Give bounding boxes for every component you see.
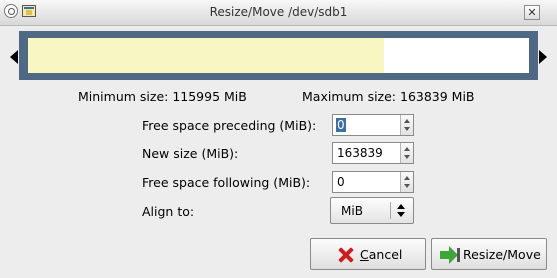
partition-frame[interactable] (19, 31, 538, 80)
spin-up-icon[interactable] (404, 147, 410, 151)
combo-separator (390, 202, 391, 219)
free-space-preceding-label: Free space preceding (MiB): (142, 118, 317, 133)
resize-move-button[interactable]: Resize/Move (431, 238, 547, 270)
align-to-label: Align to: (142, 204, 195, 219)
spin-down-icon[interactable] (404, 127, 410, 131)
free-space-following-spinner[interactable]: 0 (332, 171, 414, 193)
cancel-button[interactable]: Cancel (310, 238, 426, 270)
spin-down-icon[interactable] (404, 155, 410, 159)
new-size-spinner[interactable]: 163839 (332, 142, 414, 164)
left-resize-arrow-icon[interactable] (10, 50, 18, 64)
partition-area (28, 38, 529, 73)
spinner-buttons[interactable] (400, 143, 413, 163)
align-to-combo[interactable]: MiB (330, 197, 414, 224)
spinner-buttons[interactable] (400, 115, 413, 135)
right-resize-arrow-icon[interactable] (539, 50, 547, 64)
spin-down-icon[interactable] (404, 184, 410, 188)
new-size-value[interactable]: 163839 (337, 146, 383, 160)
spin-up-icon[interactable] (404, 119, 410, 123)
used-space-bar (28, 38, 384, 73)
minimum-size-label: Minimum size: 115995 MiB (78, 89, 247, 104)
resize-move-button-label: Resize/Move (463, 247, 541, 262)
combo-arrows-icon (397, 203, 405, 219)
maximum-size-label: Maximum size: 163839 MiB (302, 89, 475, 104)
new-size-label: New size (MiB): (142, 146, 239, 161)
resize-move-icon (440, 246, 460, 264)
close-button[interactable]: ✕ (524, 5, 540, 20)
spinner-buttons[interactable] (400, 172, 413, 192)
free-space-following-value[interactable]: 0 (337, 175, 345, 189)
title-bar: Resize/Move /dev/sdb1 ✕ (0, 0, 557, 26)
align-to-value: MiB (341, 204, 363, 218)
spin-up-icon[interactable] (404, 176, 410, 180)
free-space-preceding-spinner[interactable]: 0 (332, 114, 414, 136)
cancel-button-label: Cancel (360, 247, 403, 262)
partition-graph (10, 30, 547, 82)
cancel-icon (337, 246, 355, 264)
free-space-following-label: Free space following (MiB): (142, 175, 311, 190)
free-space-preceding-value[interactable]: 0 (336, 118, 346, 132)
window-title: Resize/Move /dev/sdb1 (209, 5, 348, 19)
